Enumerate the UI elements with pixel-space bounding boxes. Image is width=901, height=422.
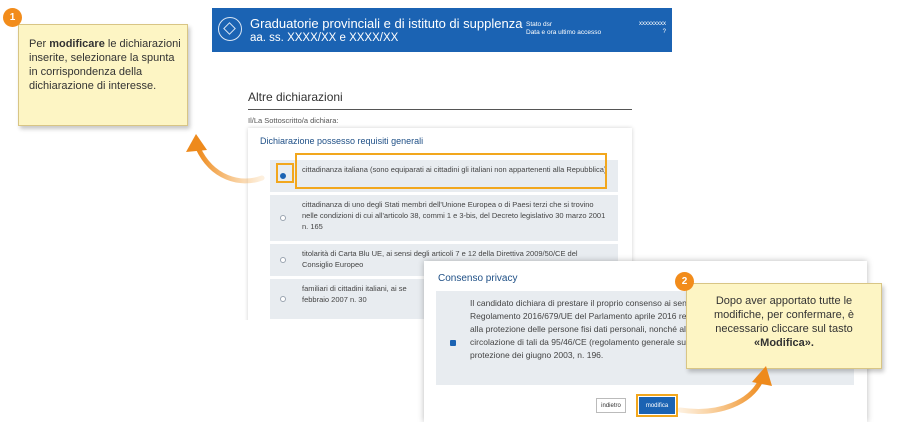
step-1-badge: 1 [3,8,22,27]
back-button[interactable]: indietro [596,398,626,413]
note-2-text: Dopo aver apportato tutte le modifiche, … [697,294,871,350]
step-2-badge: 2 [675,272,694,291]
section-subtitle: Il/La Sottoscritto/a dichiara: [248,116,339,125]
last-access-label: Data e ora ultimo accesso [526,29,602,36]
app-title: Graduatorie provinciali e di istituto di… [250,16,523,31]
app-subtitle: aa. ss. XXXX/XX e XXXX/XX [250,32,399,44]
user-info-line-1: xxxxxxxxx [639,21,666,27]
section-title: Altre dichiarazioni [248,90,343,104]
card-title: Dichiarazione possesso requisiti general… [260,136,424,146]
header-status: Stato dsr Data e ora ultimo accesso [526,21,601,37]
option-italian-citizenship[interactable]: cittadinanza italiana (sono equiparati a… [270,160,618,192]
option-eu-citizenship[interactable]: cittadinanza di uno degli Stati membri d… [270,195,618,241]
republic-emblem-icon [218,17,242,41]
instruction-note-2: Dopo aver apportato tutte le modifiche, … [686,283,882,369]
radio-button[interactable] [280,296,286,302]
status-label: Stato dsr [526,21,553,28]
note-1-pre: Per [29,38,50,50]
radio-selected[interactable] [280,173,286,179]
app-header: Graduatorie provinciali e di istituto di… [212,8,672,52]
section-divider [248,109,632,110]
privacy-title: Consenso privacy [438,273,518,284]
instruction-note-1: Per modificare le dichiarazioni inserite… [18,24,188,126]
user-info-line-2: ? [662,29,666,35]
privacy-text: Il candidato dichiara di prestare il pro… [470,298,716,360]
modify-button[interactable]: modifica [639,397,675,414]
note-1-text: Per modificare le dichiarazioni inserite… [29,37,181,93]
note-2-bold: «Modifica». [754,337,814,349]
radio-button[interactable] [280,257,286,263]
user-info[interactable]: xxxxxxxxx ? [610,20,666,36]
note-1-bold: modificare [49,38,105,50]
consent-checkbox[interactable] [450,340,456,346]
option-label: cittadinanza di uno degli Stati membri d… [302,200,606,231]
note-2-text-main: Dopo aver apportato tutte le modifiche, … [713,295,854,335]
radio-button[interactable] [280,215,286,221]
option-label: cittadinanza italiana (sono equiparati a… [302,165,607,174]
